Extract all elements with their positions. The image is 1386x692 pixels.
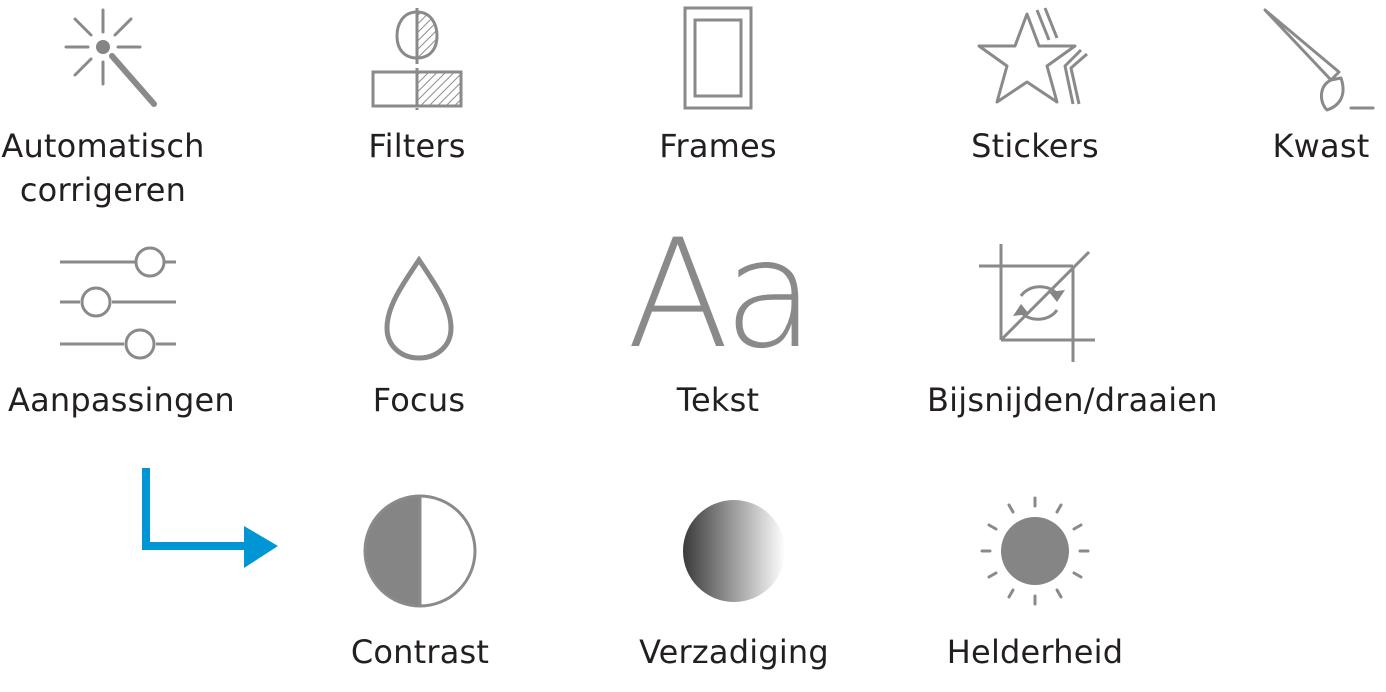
tool-stickers[interactable]: Stickers (925, 6, 1145, 168)
tool-crop-label: Bijsnijden/draaien (927, 381, 1218, 419)
frame-icon (683, 6, 753, 110)
submenu-arrow (142, 468, 278, 568)
text-icon: Aa (608, 220, 828, 370)
tool-focus-label: Focus (372, 381, 466, 419)
tool-filters[interactable]: Filters (307, 6, 527, 168)
tool-saturation-label: Verzadiging (639, 633, 829, 671)
brush-icon (1263, 8, 1375, 112)
saturation-icon (683, 500, 785, 602)
tool-brush-label: Kwast (1272, 127, 1370, 165)
tool-filters-label: Filters (368, 127, 466, 165)
tool-text-label: Tekst (676, 381, 760, 419)
tool-auto-fix[interactable]: Automatisch corrigeren (0, 6, 213, 212)
tool-contrast-label: Contrast (350, 633, 490, 671)
tool-stickers-label: Stickers (971, 127, 1099, 165)
drop-icon (384, 255, 454, 361)
contrast-icon (363, 494, 477, 608)
tool-saturation[interactable]: Verzadiging (624, 488, 844, 674)
text-icon-glyph: Aa (626, 208, 816, 382)
crop-rotate-icon (979, 244, 1095, 362)
star-icon (977, 7, 1088, 105)
tool-brush[interactable]: Kwast (1211, 6, 1386, 168)
tool-contrast[interactable]: Contrast (310, 488, 530, 674)
tool-text[interactable]: Aa Tekst (608, 220, 828, 422)
tool-brightness[interactable]: Helderheid (925, 488, 1145, 674)
tool-frames-label: Frames (659, 127, 777, 165)
tool-adjustments[interactable]: Aanpassingen (8, 240, 235, 422)
magic-wand-icon (64, 8, 157, 107)
tool-auto-fix-label-line2: corrigeren (19, 171, 187, 209)
tool-auto-fix-label-line1: Automatisch (1, 127, 205, 165)
tool-crop[interactable]: Bijsnijden/draaien (927, 240, 1218, 422)
tool-focus[interactable]: Focus (309, 240, 529, 422)
tool-adjustments-label: Aanpassingen (8, 381, 235, 419)
sliders-icon (60, 246, 176, 360)
tool-frames[interactable]: Frames (608, 6, 828, 168)
tool-brightness-label: Helderheid (946, 633, 1124, 671)
brightness-icon (980, 496, 1090, 606)
filters-icon (371, 8, 463, 110)
